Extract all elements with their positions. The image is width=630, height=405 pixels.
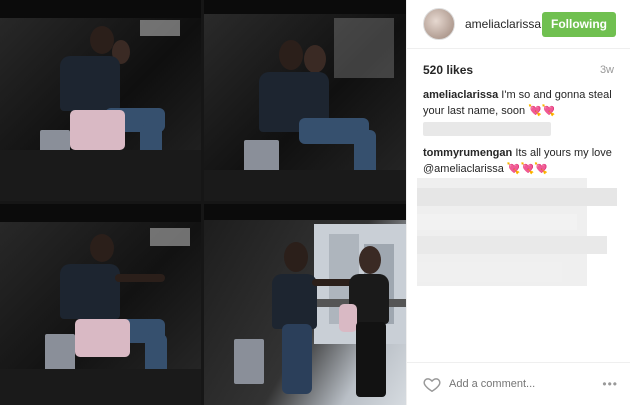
- comment-emoji: 💘💘💘: [506, 163, 549, 175]
- comment-input[interactable]: [449, 378, 603, 390]
- comments-list: ameliaclarissa I'm so and gonna steal yo…: [407, 77, 630, 177]
- likes-count[interactable]: 520 likes: [423, 63, 473, 77]
- post-time[interactable]: 3w: [600, 64, 614, 76]
- comment-username[interactable]: ameliaclarissa: [423, 89, 498, 101]
- post-photo[interactable]: [0, 0, 406, 405]
- blurred-text: [423, 122, 551, 137]
- comment-mention[interactable]: @ameliaclarissa: [423, 163, 504, 175]
- post-header: ameliaclarissa Following: [407, 0, 630, 49]
- comment-username[interactable]: tommyrumengan: [423, 147, 512, 159]
- more-options-icon[interactable]: •••: [602, 377, 618, 391]
- post-sidebar: ameliaclarissa Following 520 likes 3w am…: [406, 0, 630, 405]
- photo-frame-1: [0, 0, 201, 201]
- blurred-comments: [417, 262, 562, 282]
- comment-footer: •••: [407, 362, 630, 405]
- photo-frame-3: [0, 204, 201, 405]
- comment-text: Its all yours my love: [515, 147, 612, 159]
- post-stats: 520 likes 3w: [407, 63, 630, 77]
- photo-frame-2: [204, 0, 406, 201]
- blurred-comments: [417, 214, 577, 230]
- heart-icon[interactable]: [423, 376, 441, 392]
- comment-item: tommyrumengan Its all yours my love @ame…: [423, 145, 614, 177]
- comment-item: ameliaclarissa I'm so and gonna steal yo…: [423, 87, 614, 137]
- blurred-comments: [417, 236, 607, 254]
- post-username[interactable]: ameliaclarissa: [465, 17, 542, 31]
- photo-frame-4: [204, 204, 406, 405]
- avatar[interactable]: [423, 8, 455, 40]
- following-button[interactable]: Following: [542, 11, 616, 37]
- blurred-comments: [417, 188, 617, 206]
